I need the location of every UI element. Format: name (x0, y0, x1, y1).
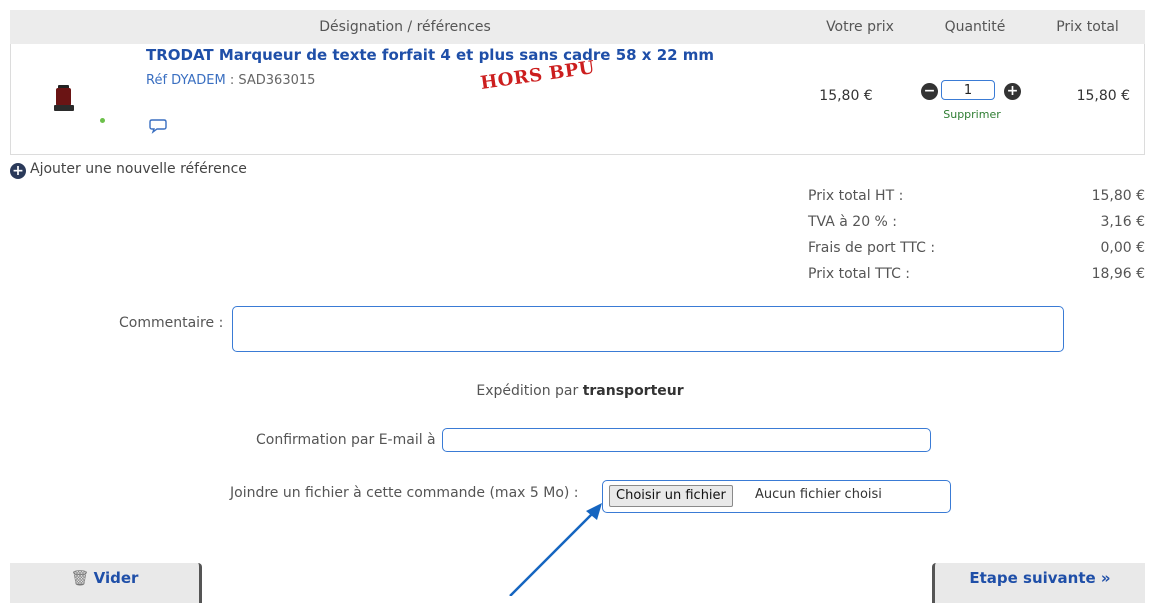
reference-label: Réf DYADEM (146, 73, 226, 88)
summary-value: 15,80 € (1091, 188, 1145, 204)
summary-row-ttc: Prix total TTC : 18,96 € (808, 266, 1145, 290)
choose-file-button[interactable]: Choisir un fichier (609, 485, 733, 507)
summary-row-ht: Prix total HT : 15,80 € (808, 188, 1145, 212)
add-reference-link[interactable]: + Ajouter une nouvelle référence (10, 161, 247, 179)
summary-row-tva: TVA à 20 % : 3,16 € (808, 214, 1145, 238)
speech-bubble-icon[interactable] (149, 118, 167, 134)
comment-textarea[interactable] (232, 306, 1064, 352)
header-designation: Désignation / références (319, 19, 491, 35)
summary-row-shipping: Frais de port TTC : 0,00 € (808, 240, 1145, 264)
plus-circle-icon[interactable]: + (1004, 83, 1021, 100)
header-total-price: Prix total (1056, 19, 1119, 35)
shipping-method: transporteur (582, 383, 684, 399)
summary-value: 18,96 € (1091, 266, 1145, 282)
email-confirmation-label: Confirmation par E-mail à (256, 432, 436, 448)
empty-cart-label: Vider (93, 569, 139, 587)
reference-value: : SAD363015 (229, 73, 316, 88)
summary-value: 3,16 € (1100, 214, 1145, 230)
summary-label: Prix total TTC : (808, 266, 911, 282)
file-status-text: Aucun fichier choisi (755, 487, 882, 502)
shipping-prefix: Expédition par (476, 383, 579, 399)
product-title-link[interactable]: TRODAT Marqueur de texte forfait 4 et pl… (146, 46, 714, 64)
attachment-label: Joindre un fichier à cette commande (max… (230, 485, 579, 501)
availability-dot-icon (100, 118, 105, 123)
plus-circle-icon: + (10, 163, 26, 179)
header-unit-price: Votre prix (826, 19, 894, 35)
comment-label: Commentaire : (119, 315, 224, 331)
quantity-input[interactable] (941, 80, 995, 100)
product-thumbnail[interactable] (52, 85, 82, 114)
email-field[interactable] (442, 428, 931, 452)
cart-table-header: Désignation / références Votre prix Quan… (10, 10, 1145, 44)
remove-item-link[interactable]: Supprimer (922, 108, 1022, 121)
summary-label: Frais de port TTC : (808, 240, 936, 256)
summary-label: TVA à 20 % : (808, 214, 898, 230)
summary-value: 0,00 € (1100, 240, 1145, 256)
product-reference: Réf DYADEM : SAD363015 (146, 73, 315, 88)
next-step-button[interactable]: Etape suivante » (932, 563, 1145, 603)
unit-price: 15,80 € (819, 88, 873, 104)
row-total-price: 15,80 € (1076, 88, 1130, 104)
empty-cart-button[interactable]: 🗑 Vider (10, 563, 202, 603)
summary-label: Prix total HT : (808, 188, 904, 204)
minus-circle-icon[interactable]: − (921, 83, 938, 100)
header-quantity: Quantité (944, 19, 1006, 35)
trash-icon: 🗑 (70, 569, 90, 587)
add-reference-label: Ajouter une nouvelle référence (30, 161, 247, 177)
shipping-method-text: Expédition par transporteur (0, 383, 1160, 399)
